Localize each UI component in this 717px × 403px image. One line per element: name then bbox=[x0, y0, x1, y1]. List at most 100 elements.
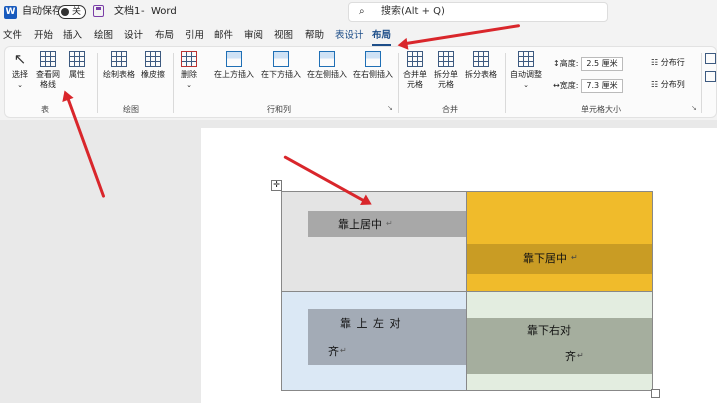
dialog-launcher-icon[interactable]: ↘ bbox=[387, 104, 393, 112]
tab-home[interactable]: 开始 bbox=[34, 28, 53, 44]
paragraph-mark: ↵ bbox=[386, 219, 393, 228]
height-input[interactable]: 2.5 厘米 bbox=[581, 57, 623, 71]
table-cell-top-right[interactable]: 靠下居中 ↵ bbox=[467, 192, 652, 292]
height-field[interactable]: ↕高度: 2.5 厘米 bbox=[553, 57, 623, 71]
group-label-merge: 合并 bbox=[442, 105, 458, 114]
distribute-cols-icon: ☷ bbox=[651, 80, 659, 89]
split-cells-button[interactable]: 拆分单元格 bbox=[434, 51, 458, 90]
autofit-icon bbox=[518, 51, 534, 67]
split-table-label: 拆分表格 bbox=[465, 70, 497, 79]
distribute-rows-button[interactable]: ☷ 分布行 bbox=[651, 57, 685, 69]
table-cell-bottom-left[interactable]: 靠 上 左 对 齐 ↵ bbox=[282, 292, 467, 390]
table-cell-bottom-right[interactable]: 靠下右对 齐 ↵ bbox=[467, 292, 652, 390]
tab-insert[interactable]: 插入 bbox=[63, 28, 82, 44]
width-icon: ↔ bbox=[553, 81, 560, 90]
ribbon: ↖ 选择 ⌄ 查看网格线 属性 表 绘制表格 橡皮擦 绘图 删除 ⌄ 在上方插入 在… bbox=[4, 46, 717, 118]
cell-text-bottom-right-line2: 齐 bbox=[565, 350, 576, 363]
split-cells-label: 拆分单元格 bbox=[434, 70, 458, 89]
split-table-button[interactable]: 拆分表格 bbox=[461, 51, 501, 80]
insert-below-button[interactable]: 在下方插入 bbox=[259, 51, 303, 80]
group-divider bbox=[505, 53, 506, 113]
insert-right-label: 在右侧插入 bbox=[353, 70, 393, 79]
table-cell-top-left[interactable]: 靠上居中 ↵ bbox=[282, 192, 467, 292]
group-label-draw: 绘图 bbox=[123, 105, 139, 114]
insert-left-button[interactable]: 在左侧插入 bbox=[305, 51, 349, 80]
insert-left-label: 在左侧插入 bbox=[307, 70, 347, 79]
tab-help[interactable]: 帮助 bbox=[305, 28, 324, 44]
delete-button[interactable]: 删除 ⌄ bbox=[177, 51, 201, 90]
gridlines-icon bbox=[40, 51, 56, 67]
cell-margins-icon[interactable] bbox=[705, 71, 716, 82]
document-title: 文档1 bbox=[114, 6, 141, 17]
text-direction-icon[interactable] bbox=[705, 53, 716, 64]
distribute-cols-button[interactable]: ☷ 分布列 bbox=[651, 79, 685, 91]
table-move-handle-icon[interactable]: ✛ bbox=[271, 180, 282, 191]
tab-table-design[interactable]: 表设计 bbox=[335, 28, 364, 44]
distribute-cols-label: 分布列 bbox=[660, 80, 685, 89]
paragraph-mark: ↵ bbox=[571, 253, 578, 262]
tab-mailings[interactable]: 邮件 bbox=[214, 28, 233, 44]
tab-table-layout[interactable]: 布局 bbox=[372, 28, 392, 46]
delete-table-icon bbox=[181, 51, 197, 67]
eraser-label: 橡皮擦 bbox=[141, 70, 165, 79]
tab-draw[interactable]: 绘图 bbox=[94, 28, 113, 44]
app-name: Word bbox=[151, 6, 177, 17]
group-divider bbox=[97, 53, 98, 113]
word-logo-icon: W bbox=[4, 6, 17, 19]
tab-file[interactable]: 文件 bbox=[3, 28, 22, 44]
draw-table-icon bbox=[111, 51, 127, 67]
width-label: 宽度: bbox=[559, 81, 579, 90]
insert-right-icon bbox=[365, 51, 381, 67]
eraser-button[interactable]: 橡皮擦 bbox=[137, 51, 169, 80]
split-cells-icon bbox=[438, 51, 454, 67]
properties-button[interactable]: 属性 bbox=[65, 51, 89, 80]
width-input[interactable]: 7.3 厘米 bbox=[581, 79, 623, 93]
tab-design[interactable]: 设计 bbox=[124, 28, 143, 44]
distribute-rows-label: 分布行 bbox=[660, 58, 685, 67]
tab-layout[interactable]: 布局 bbox=[155, 28, 174, 44]
properties-icon bbox=[69, 51, 85, 67]
merge-cells-icon bbox=[407, 51, 423, 67]
insert-above-icon bbox=[226, 51, 242, 67]
cursor-icon: ↖ bbox=[13, 50, 27, 68]
insert-above-button[interactable]: 在上方插入 bbox=[212, 51, 256, 80]
cell-text-bottom-right-line1: 靠下右对 bbox=[527, 324, 571, 337]
insert-right-button[interactable]: 在右侧插入 bbox=[351, 51, 395, 80]
save-icon[interactable] bbox=[93, 5, 104, 17]
dialog-launcher-icon[interactable]: ↘ bbox=[691, 104, 697, 112]
group-label-rows-cols: 行和列 bbox=[267, 105, 291, 114]
merge-cells-label: 合并单元格 bbox=[403, 70, 427, 89]
height-label: 高度: bbox=[559, 59, 579, 68]
cell-text-top-center: 靠上居中 bbox=[338, 218, 382, 231]
autofit-button[interactable]: 自动调整 ⌄ bbox=[507, 51, 545, 90]
paragraph-mark: ↵ bbox=[577, 351, 584, 360]
tab-view[interactable]: 视图 bbox=[274, 28, 293, 44]
autosave-label: 自动保存 bbox=[22, 6, 62, 17]
select-button[interactable]: ↖ 选择 ⌄ bbox=[7, 51, 33, 90]
paragraph-mark: ↵ bbox=[340, 346, 347, 355]
menu-tabs: 文件 开始 插入 绘图 设计 布局 引用 邮件 审阅 视图 帮助 表设计 布局 bbox=[0, 28, 717, 46]
properties-label: 属性 bbox=[69, 70, 85, 79]
table-resize-handle[interactable] bbox=[651, 389, 660, 398]
insert-below-icon bbox=[273, 51, 289, 67]
eraser-icon bbox=[145, 51, 161, 67]
draw-table-button[interactable]: 绘制表格 bbox=[103, 51, 135, 80]
cell-text-bottom-center: 靠下居中 bbox=[523, 252, 567, 265]
height-icon: ↕ bbox=[553, 59, 560, 68]
tab-references[interactable]: 引用 bbox=[185, 28, 204, 44]
delete-label: 删除 bbox=[181, 70, 197, 79]
merge-cells-button[interactable]: 合并单元格 bbox=[403, 51, 427, 90]
search-box[interactable]: ⌕ 搜索(Alt + Q) bbox=[348, 2, 608, 22]
select-label: 选择 bbox=[12, 70, 28, 79]
toggle-state-label: 关 bbox=[72, 7, 82, 17]
group-label-cell-size: 单元格大小 bbox=[581, 105, 621, 114]
group-divider bbox=[173, 53, 174, 113]
tab-review[interactable]: 审阅 bbox=[244, 28, 263, 44]
width-field[interactable]: ↔宽度: 7.3 厘米 bbox=[553, 79, 623, 93]
search-placeholder: 搜索(Alt + Q) bbox=[381, 6, 445, 17]
cell-text-top-left-line1: 靠 上 左 对 bbox=[340, 317, 402, 330]
view-gridlines-button[interactable]: 查看网格线 bbox=[33, 51, 63, 90]
insert-above-label: 在上方插入 bbox=[214, 70, 254, 79]
table[interactable]: 靠上居中 ↵ 靠下居中 ↵ 靠 上 左 对 齐 ↵ 靠下右对 齐 ↵ bbox=[281, 191, 653, 391]
autosave-toggle[interactable]: 关 bbox=[58, 5, 86, 19]
